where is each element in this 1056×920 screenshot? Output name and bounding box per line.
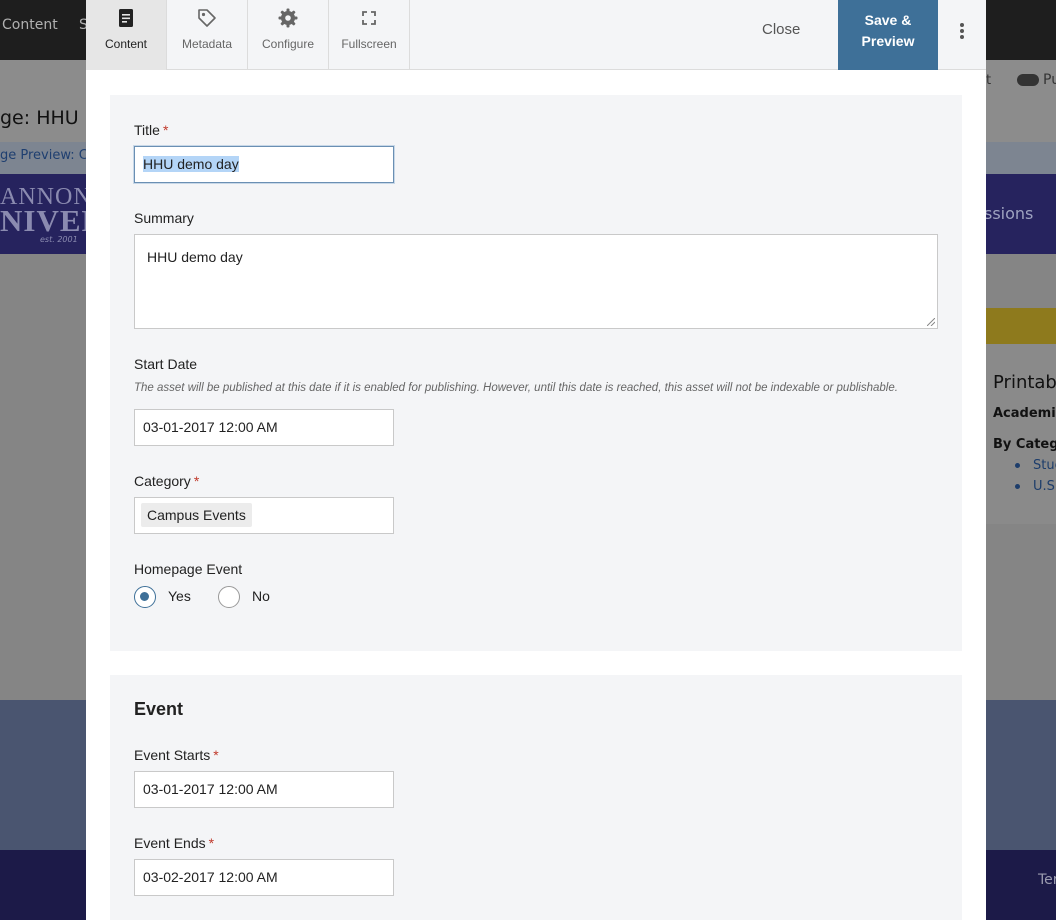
background-nav-content: Content [2,17,58,33]
event-ends-label: Event Ends * [134,835,215,851]
tab-content[interactable]: Content [86,0,167,70]
fullscreen-icon [362,11,376,25]
homepage-no-label[interactable]: No [252,588,270,604]
resize-handle-icon[interactable] [927,318,935,326]
more-options-icon[interactable] [938,0,986,70]
required-marker: * [213,747,219,763]
cloud-icon [1017,74,1039,86]
event-starts-input[interactable]: 03-01-2017 12:00 AM [134,771,394,808]
save-button-line2: Preview [861,33,915,49]
save-button-line1: Save & [864,12,912,28]
tab-configure-label: Configure [261,37,315,51]
background-side-bold: Academic [993,406,1056,421]
background-preview-link: ge Preview: C [0,148,88,163]
background-side-link: U.S. [1033,479,1056,494]
start-date-value: 03-01-2017 12:00 AM [143,419,278,435]
tab-content-label: Content [104,37,148,51]
background-footer-text: Ter [1038,872,1056,888]
background-action: t [986,73,992,88]
summary-textarea[interactable]: HHU demo day [134,234,938,329]
document-icon [119,9,133,27]
event-starts-value: 03-01-2017 12:00 AM [143,781,278,797]
start-date-help: The asset will be published at this date… [134,382,898,394]
homepage-event-label: Homepage Event [134,561,243,577]
category-select[interactable]: Campus Events [134,497,394,534]
event-section-title: Event [134,699,184,719]
bullet-icon [1015,484,1020,489]
start-date-label: Start Date [134,356,198,372]
summary-label: Summary [134,210,194,226]
summary-value: HHU demo day [147,249,243,265]
title-input[interactable]: HHU demo day [134,146,394,183]
event-card: Event Event Starts * 03-01-2017 12:00 AM … [110,675,962,920]
category-chip[interactable]: Campus Events [141,503,252,527]
background-page-title: ge: HHU [0,107,79,129]
background-side-link: Stuc [1033,458,1056,473]
edit-asset-modal: Content Metadata Configure Fullscreen Cl… [86,0,986,920]
background-logo-est: est. 2001 [40,235,78,244]
tab-fullscreen-label: Fullscreen [341,37,397,51]
tab-fullscreen[interactable]: Fullscreen [329,0,410,70]
modal-toolbar: Content Metadata Configure Fullscreen Cl… [86,0,986,70]
tab-configure[interactable]: Configure [248,0,329,70]
required-marker: * [162,122,169,138]
homepage-no-radio[interactable] [218,586,240,608]
tag-icon [198,9,216,27]
event-ends-value: 03-02-2017 12:00 AM [143,869,278,885]
title-value: HHU demo day [143,156,239,172]
background-side-panel [986,344,1056,524]
background-nav-admissions: ssions [984,204,1034,223]
required-marker: * [193,473,200,489]
close-button[interactable]: Close [762,21,800,38]
tab-metadata-label: Metadata [181,37,233,51]
homepage-yes-radio[interactable] [134,586,156,608]
tab-metadata[interactable]: Metadata [167,0,248,70]
save-preview-button[interactable]: Save & Preview [838,0,938,70]
start-date-input[interactable]: 03-01-2017 12:00 AM [134,409,394,446]
background-publish: Pu [1043,72,1056,88]
title-label: Title * [134,122,169,138]
bullet-icon [1015,463,1020,468]
background-banner [986,308,1056,344]
gear-icon [278,8,298,28]
background-side-heading: Printab [993,372,1056,393]
event-starts-label: Event Starts * [134,747,219,763]
required-marker: * [208,835,215,851]
content-card: Title * HHU demo day Summary HHU demo day… [110,95,962,651]
background-side-category: By Catego [993,437,1056,452]
event-ends-input[interactable]: 03-02-2017 12:00 AM [134,859,394,896]
homepage-yes-label[interactable]: Yes [168,588,191,604]
category-label: Category * [134,473,200,489]
